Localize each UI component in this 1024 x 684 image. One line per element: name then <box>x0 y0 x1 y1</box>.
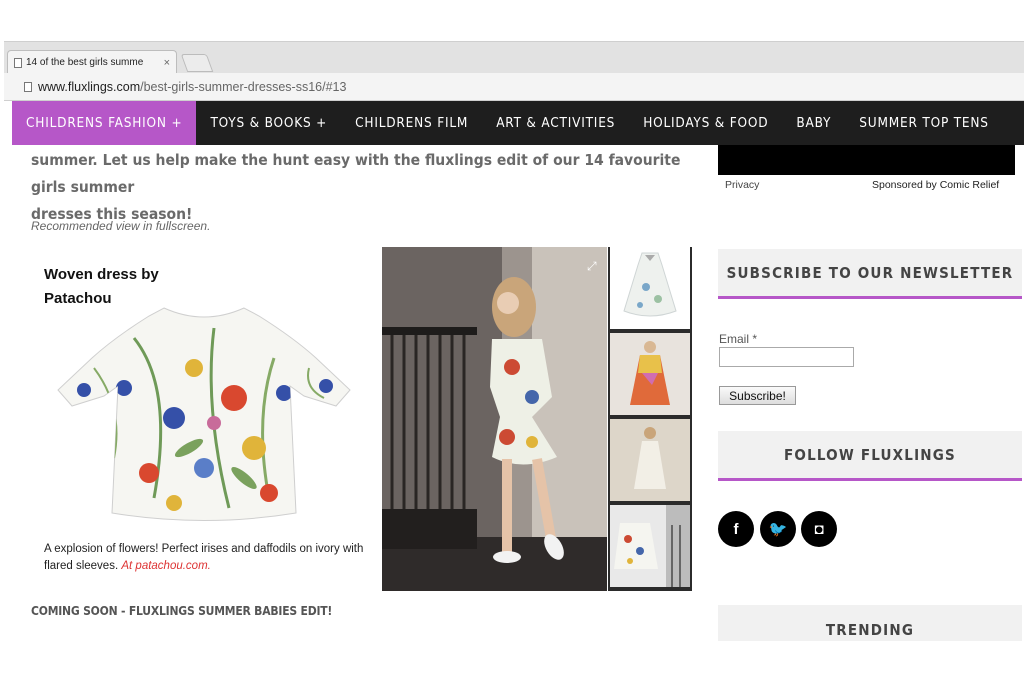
subscribe-button[interactable]: Subscribe! <box>719 386 796 405</box>
gallery-thumbnail[interactable] <box>610 333 690 415</box>
email-input[interactable] <box>719 347 854 367</box>
gallery-thumbnail[interactable] <box>610 247 690 329</box>
main-navigation: CHILDRENS FASHION + TOYS & BOOKS + CHILD… <box>12 101 1024 145</box>
nav-item-childrens-film[interactable]: CHILDRENS FILM <box>341 101 482 145</box>
url-path: /best-girls-summer-dresses-ss16/#13 <box>140 79 347 94</box>
gallery-thumbnail[interactable] <box>610 505 690 587</box>
tab-strip: 14 of the best girls summe × <box>4 41 1024 74</box>
thumbnail-dress-image <box>610 419 690 501</box>
trending-heading: TRENDING <box>718 605 1022 641</box>
nav-item-holidays-food[interactable]: HOLIDAYS & FOOD <box>629 101 782 145</box>
recommended-note: Recommended view in fullscreen. <box>31 219 211 233</box>
new-tab-button[interactable] <box>180 54 214 72</box>
ad-privacy-link[interactable]: Privacy <box>725 179 759 191</box>
dress-image <box>57 307 351 521</box>
facebook-icon[interactable]: f <box>718 511 754 547</box>
product-description: A explosion of flowers! Perfect irises a… <box>44 541 364 575</box>
product-card: Woven dress by Patachou A explosion of f… <box>31 246 376 591</box>
gallery-thumbnail[interactable] <box>610 419 690 501</box>
page-icon <box>24 81 32 92</box>
advertisement-banner[interactable] <box>718 145 1015 175</box>
newsletter-heading: SUBSCRIBE TO OUR NEWSLETTER <box>718 249 1022 299</box>
fullscreen-expand-icon[interactable]: ⤢ <box>587 259 601 273</box>
twitter-icon[interactable]: 🐦 <box>760 511 796 547</box>
nav-item-summer-top-tens[interactable]: SUMMER TOP TENS <box>845 101 1003 145</box>
thumbnail-dress-image <box>610 247 690 329</box>
page-icon <box>14 57 22 68</box>
url-host: www.fluxlings.com <box>38 79 141 94</box>
follow-heading: FOLLOW FLUXLINGS <box>718 431 1022 481</box>
intro-line: summer. Let us help make the hunt easy w… <box>31 151 681 196</box>
article-intro: summer. Let us help make the hunt easy w… <box>31 147 711 228</box>
nav-item-art-activities[interactable]: ART & ACTIVITIES <box>482 101 629 145</box>
nav-item-childrens-fashion[interactable]: CHILDRENS FASHION + <box>12 101 197 145</box>
close-tab-icon[interactable]: × <box>164 57 170 69</box>
url-text[interactable]: www.fluxlings.com/best-girls-summer-dres… <box>38 80 346 94</box>
ad-sponsor-text: Sponsored by Comic Relief <box>872 179 1000 191</box>
gallery-main-photo[interactable]: ⤢ <box>382 247 607 591</box>
address-bar[interactable]: www.fluxlings.com/best-girls-summer-dres… <box>4 73 1024 101</box>
nav-item-baby[interactable]: BABY <box>782 101 845 145</box>
girl-photo-image <box>382 247 607 591</box>
coming-soon-heading[interactable]: COMING SOON - FLUXLINGS SUMMER BABIES ED… <box>31 604 332 618</box>
thumbnail-dress-image <box>610 333 690 415</box>
thumbnail-dress-image <box>610 505 690 587</box>
product-title-line: Woven dress by <box>44 266 159 283</box>
gallery-thumbnails <box>608 247 692 591</box>
browser-tab[interactable]: 14 of the best girls summe × <box>7 50 177 74</box>
tab-title: 14 of the best girls summe <box>26 57 144 68</box>
nav-item-toys-books[interactable]: TOYS & BOOKS + <box>196 101 341 145</box>
email-label: Email * <box>719 332 758 346</box>
patachou-link[interactable]: At patachou.com. <box>121 560 211 572</box>
instagram-icon[interactable]: ◘ <box>801 511 837 547</box>
browser-window: 14 of the best girls summe × www.fluxlin… <box>4 41 1024 641</box>
